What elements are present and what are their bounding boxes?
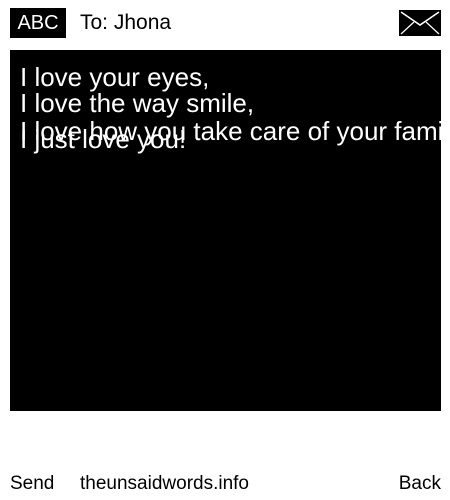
message-line: I love the way smile, [20, 88, 255, 118]
site-link[interactable]: theunsaidwords.info [80, 472, 249, 496]
message-line: I just love you! [20, 124, 187, 154]
message-body: I love your eyes, I love the way smile, … [10, 50, 441, 411]
recipient-line: To: Jhona [80, 11, 172, 34]
envelope-icon[interactable] [399, 10, 441, 36]
text-mode-badge: ABC [10, 8, 66, 38]
back-button[interactable]: Back [399, 472, 441, 496]
send-button[interactable]: Send [10, 472, 54, 496]
